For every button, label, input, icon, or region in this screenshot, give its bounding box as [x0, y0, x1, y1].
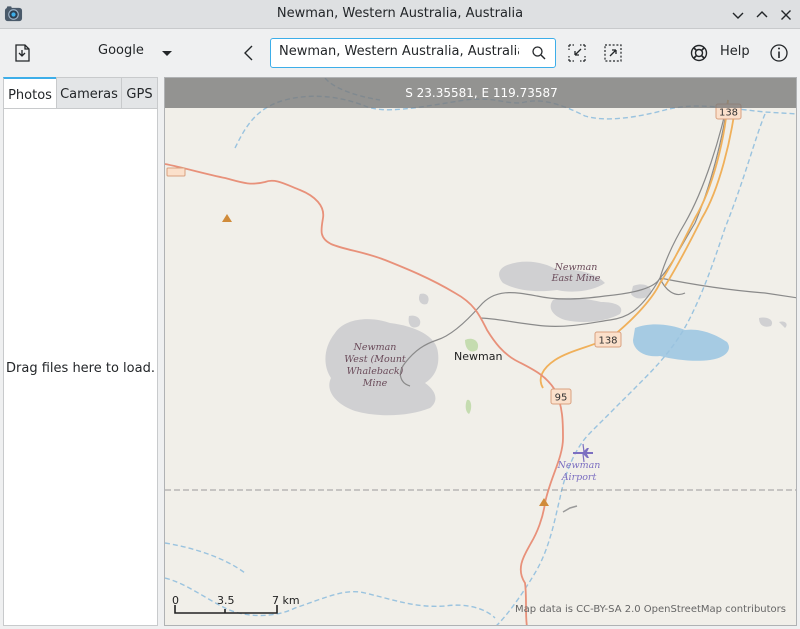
- airport-label-line2: Airport: [561, 472, 597, 483]
- east-mine-label-line2: East Mine: [551, 273, 601, 284]
- minimize-icon[interactable]: [728, 5, 748, 25]
- info-icon[interactable]: [768, 42, 790, 64]
- help-button[interactable]: Help: [720, 44, 750, 59]
- zoom-to-fit-icon[interactable]: [566, 42, 588, 64]
- save-file-icon[interactable]: [11, 42, 33, 64]
- maximize-icon[interactable]: [752, 5, 772, 25]
- sidebar-tabs: Photos Cameras GPS: [3, 77, 158, 109]
- location-search-input[interactable]: [279, 44, 519, 59]
- photos-panel[interactable]: Drag files here to load.: [3, 108, 158, 626]
- tab-cameras[interactable]: Cameras: [56, 77, 122, 109]
- runway: [562, 505, 578, 513]
- coordinates-bar: S 23.35581, E 119.73587: [165, 78, 796, 108]
- dropdown-arrow-icon[interactable]: [156, 42, 178, 64]
- help-icon[interactable]: [688, 42, 710, 64]
- east-mine-label: Newman East Mine: [551, 262, 601, 284]
- sidebar: Photos Cameras GPS Drag files here to lo…: [3, 77, 158, 626]
- shield-95: 95: [555, 393, 568, 404]
- title-bar: Newman, Western Australia, Australia: [0, 0, 800, 29]
- town-label: Newman: [454, 350, 502, 363]
- map-canvas[interactable]: 138 138 95 Newman Newman East Mine Newma…: [165, 78, 797, 626]
- scale-label-0: 0: [172, 594, 179, 607]
- west-mine-label-line2: West (Mount: [344, 354, 406, 365]
- west-mine-label-line3: Whaleback): [347, 366, 404, 377]
- map-attribution: Map data is CC-BY-SA 2.0 OpenStreetMap c…: [514, 604, 786, 615]
- scale-label-end: 7 km: [272, 594, 300, 607]
- map-view[interactable]: 138 138 95 Newman Newman East Mine Newma…: [164, 77, 797, 626]
- tab-photos[interactable]: Photos: [3, 77, 57, 109]
- west-mine-label-line4: Mine: [362, 378, 388, 389]
- shield-138-mid: 138: [598, 336, 617, 347]
- drop-hint: Drag files here to load.: [6, 361, 155, 376]
- east-mine-label-line1: Newman: [554, 262, 598, 273]
- location-search-box[interactable]: [270, 38, 556, 68]
- scale-label-mid: 3.5: [217, 594, 235, 607]
- window-title: Newman, Western Australia, Australia: [276, 6, 524, 21]
- tab-gps[interactable]: GPS: [121, 77, 158, 109]
- scale-bar: 0 3.5 7 km: [172, 594, 300, 614]
- back-icon[interactable]: [238, 42, 260, 64]
- search-icon[interactable]: [531, 45, 547, 61]
- lake: [633, 324, 730, 361]
- map-provider-select[interactable]: Google: [98, 43, 144, 58]
- west-mine-label-line1: Newman: [353, 342, 397, 353]
- airport-label-line1: Newman: [557, 460, 601, 471]
- close-icon[interactable]: [776, 5, 796, 25]
- toolbar: Google Help: [0, 30, 800, 76]
- airport-label: Newman Airport: [557, 460, 601, 483]
- shield-138-top: 138: [719, 108, 738, 119]
- zoom-selection-icon[interactable]: [602, 42, 624, 64]
